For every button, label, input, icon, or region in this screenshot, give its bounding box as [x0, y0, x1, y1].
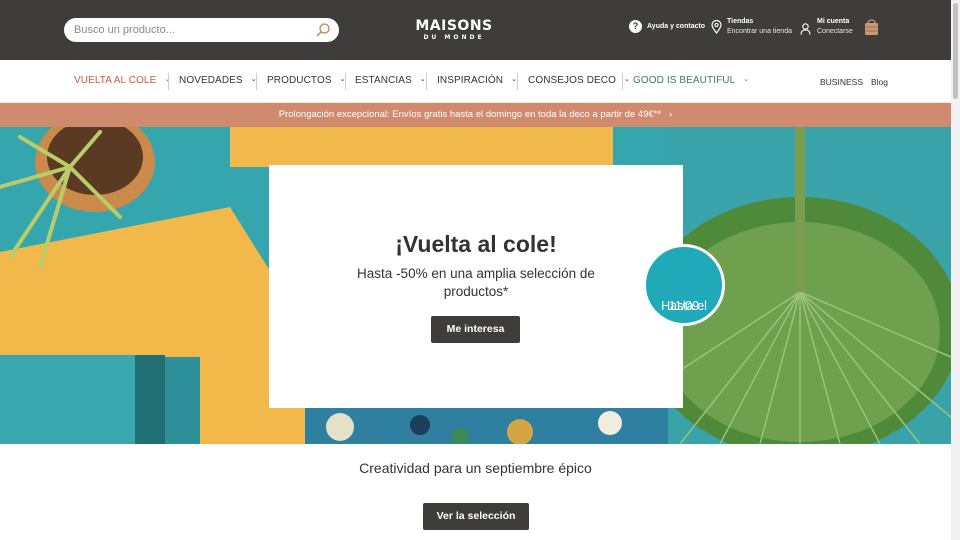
promo-banner[interactable]: Prolongación excepcional: Envíos gratis …	[0, 103, 951, 127]
user-icon	[800, 23, 811, 35]
stores-subtitle: Encontrar una tienda	[727, 28, 792, 35]
account-title: Mi cuenta	[817, 18, 850, 25]
nav-divider	[517, 73, 518, 90]
nav-divider	[426, 73, 427, 90]
nav-label: CONSEJOS DECO	[528, 75, 616, 86]
hero-subtitle: Hasta -50% en una amplia selección de pr…	[357, 266, 595, 299]
search-box[interactable]	[64, 18, 339, 42]
scrollbar-thumb[interactable]	[953, 3, 958, 99]
chevron-right-icon: ›	[669, 109, 673, 120]
shopping-basket-icon[interactable]	[864, 17, 879, 37]
me-interesa-button[interactable]: Me interesa	[431, 316, 520, 343]
location-pin-icon	[711, 20, 722, 34]
hero-banner[interactable]: ¡Vuelta al cole! Hasta -50% en una ampli…	[0, 127, 951, 444]
nav-label: NOVEDADES	[179, 75, 243, 86]
section-tagline: Creatividad para un septiembre épico	[359, 460, 592, 476]
page-scrollbar[interactable]	[951, 0, 960, 540]
stores-link[interactable]: Tiendas Encontrar una tienda	[711, 17, 792, 37]
stores-title: Tiendas	[727, 18, 754, 25]
nav-item-vuelta-al-cole[interactable]: VUELTA AL COLE⌄	[74, 75, 170, 86]
main-nav: VUELTA AL COLE⌄ NOVEDADES⌄ PRODUCTOS⌄ ES…	[0, 60, 951, 103]
account-link[interactable]: Mi cuenta Conectarse	[800, 17, 853, 37]
logo-line-2: DU MONDE	[423, 34, 485, 41]
nav-divider	[256, 73, 257, 90]
nav-item-novedades[interactable]: NOVEDADES ⌄	[179, 75, 257, 86]
nav-item-productos[interactable]: PRODUCTOS ⌄	[267, 75, 346, 86]
nav-label: GOOD IS BEAUTIFUL	[633, 75, 736, 86]
nav-label: VUELTA AL COLE	[74, 75, 157, 86]
nav-item-good-is-beautiful[interactable]: GOOD IS BEAUTIFUL ⌄	[633, 75, 749, 86]
nav-divider	[345, 73, 346, 90]
top-header: MAISONS DU MONDE ? Ayuda y contacto Tien…	[0, 0, 951, 60]
nav-divider	[168, 73, 169, 90]
account-subtitle: Conectarse	[817, 28, 853, 35]
chevron-down-icon: ⌄	[419, 76, 426, 83]
nav-divider	[622, 73, 623, 90]
ver-la-seleccion-button[interactable]: Ver la selección	[423, 503, 529, 530]
promo-text: Prolongación excepcional: Envíos gratis …	[278, 109, 662, 120]
hero-card: ¡Vuelta al cole! Hasta -50% en una ampli…	[269, 165, 683, 408]
badge-line-2: 11/09	[668, 299, 700, 313]
date-badge: Hasta el 11/09	[643, 244, 725, 326]
nav-link-business[interactable]: BUSINESS	[820, 77, 863, 87]
logo-line-1: MAISONS	[415, 18, 493, 34]
brand-logo[interactable]: MAISONS DU MONDE	[414, 18, 494, 42]
search-icon[interactable]	[315, 22, 331, 38]
nav-label: PRODUCTOS	[267, 75, 332, 86]
page: MAISONS DU MONDE ? Ayuda y contacto Tien…	[0, 0, 960, 540]
nav-item-estancias[interactable]: ESTANCIAS ⌄	[355, 75, 426, 86]
chevron-down-icon: ⌄	[743, 76, 750, 83]
help-contact-link[interactable]: ? Ayuda y contacto	[629, 20, 705, 33]
hero-title: ¡Vuelta al cole!	[395, 231, 557, 257]
nav-label: ESTANCIAS	[355, 75, 412, 86]
help-icon: ?	[629, 20, 642, 33]
chevron-down-icon: ⌄	[623, 76, 630, 83]
help-label: Ayuda y contacto	[647, 22, 706, 30]
nav-link-blog[interactable]: Blog	[871, 77, 888, 87]
search-input[interactable]	[74, 21, 304, 39]
nav-item-inspiracion[interactable]: INSPIRACIÓN ⌄	[437, 75, 517, 86]
nav-item-consejos-deco[interactable]: CONSEJOS DECO ⌄	[528, 75, 630, 86]
nav-label: INSPIRACIÓN	[437, 75, 504, 86]
